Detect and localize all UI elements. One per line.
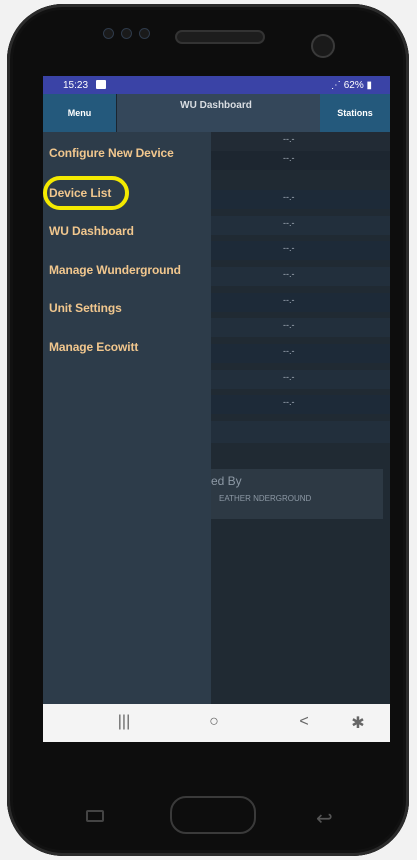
table-row: --.- (211, 216, 390, 235)
table-row: --.- (211, 370, 390, 389)
drawer-item-configure-new-device[interactable]: Configure New Device (43, 134, 211, 172)
battery-level: 62% (343, 80, 364, 91)
powered-by-brand: EATHER NDERGROUND (219, 494, 312, 503)
navigation-drawer: Configure New Device Device List WU Dash… (43, 132, 211, 742)
menu-button[interactable]: Menu (43, 94, 117, 132)
row-value: --.- (283, 134, 295, 144)
accessibility-icon[interactable]: ✱ (343, 713, 373, 733)
battery-icon: ▮ (363, 80, 372, 91)
stations-button[interactable]: Stations (320, 94, 390, 132)
page-title: WU Dashboard (180, 100, 252, 111)
row-value: --.- (283, 320, 295, 330)
table-row (211, 421, 390, 443)
highlight-circle (43, 176, 129, 210)
system-nav-bar: ||| ○ < ✱ (43, 704, 390, 742)
row-value: --.- (283, 295, 295, 305)
status-bar: 15:23 ⋰ 62% ▮ (43, 76, 390, 94)
hardware-back-icon[interactable]: ↩ (316, 806, 333, 831)
table-row: --.- (211, 151, 390, 170)
sensor-dot (139, 28, 150, 39)
table-row: --.- (211, 318, 390, 337)
row-value: --.- (283, 397, 295, 407)
row-value: --.- (283, 243, 295, 253)
table-row: --.- (211, 395, 390, 414)
home-icon[interactable]: ○ (199, 713, 229, 731)
powered-by-label: red By (207, 474, 242, 488)
row-value: --.- (283, 192, 295, 202)
back-icon[interactable]: < (289, 713, 319, 731)
wifi-signal-icon: ⋰ (330, 80, 344, 91)
drawer-item-unit-settings[interactable]: Unit Settings (43, 289, 211, 327)
app-bar: Menu WU Dashboard Stations (43, 94, 390, 132)
table-row: --.- (211, 190, 390, 209)
sensor-dot (121, 28, 132, 39)
gallery-icon (96, 80, 106, 89)
table-row: --.- (211, 293, 390, 312)
earpiece (175, 30, 265, 44)
drawer-item-wu-dashboard[interactable]: WU Dashboard (43, 212, 211, 250)
status-time: 15:23 (63, 80, 89, 91)
row-value: --.- (283, 346, 295, 356)
sensor-dot (103, 28, 114, 39)
table-row: --.- (211, 344, 390, 363)
row-value: --.- (283, 153, 295, 163)
battery-status: ⋰ 62% ▮ (331, 80, 372, 91)
hardware-home-button[interactable] (170, 796, 256, 834)
front-camera (311, 34, 335, 58)
powered-by-panel: red By EATHER NDERGROUND (207, 469, 383, 519)
phone-screen: 15:23 ⋰ 62% ▮ Menu WU Dashboard Stations… (43, 76, 390, 742)
drawer-item-manage-wunderground[interactable]: Manage Wunderground (43, 251, 211, 289)
row-value: --.- (283, 372, 295, 382)
table-row: --.- (211, 132, 390, 151)
table-row: --.- (211, 241, 390, 260)
table-row: --.- (211, 267, 390, 286)
row-value: --.- (283, 269, 295, 279)
row-value: --.- (283, 218, 295, 228)
recents-icon[interactable]: ||| (109, 713, 139, 731)
hardware-recents-icon[interactable] (86, 810, 104, 822)
drawer-item-manage-ecowitt[interactable]: Manage Ecowitt (43, 328, 211, 366)
